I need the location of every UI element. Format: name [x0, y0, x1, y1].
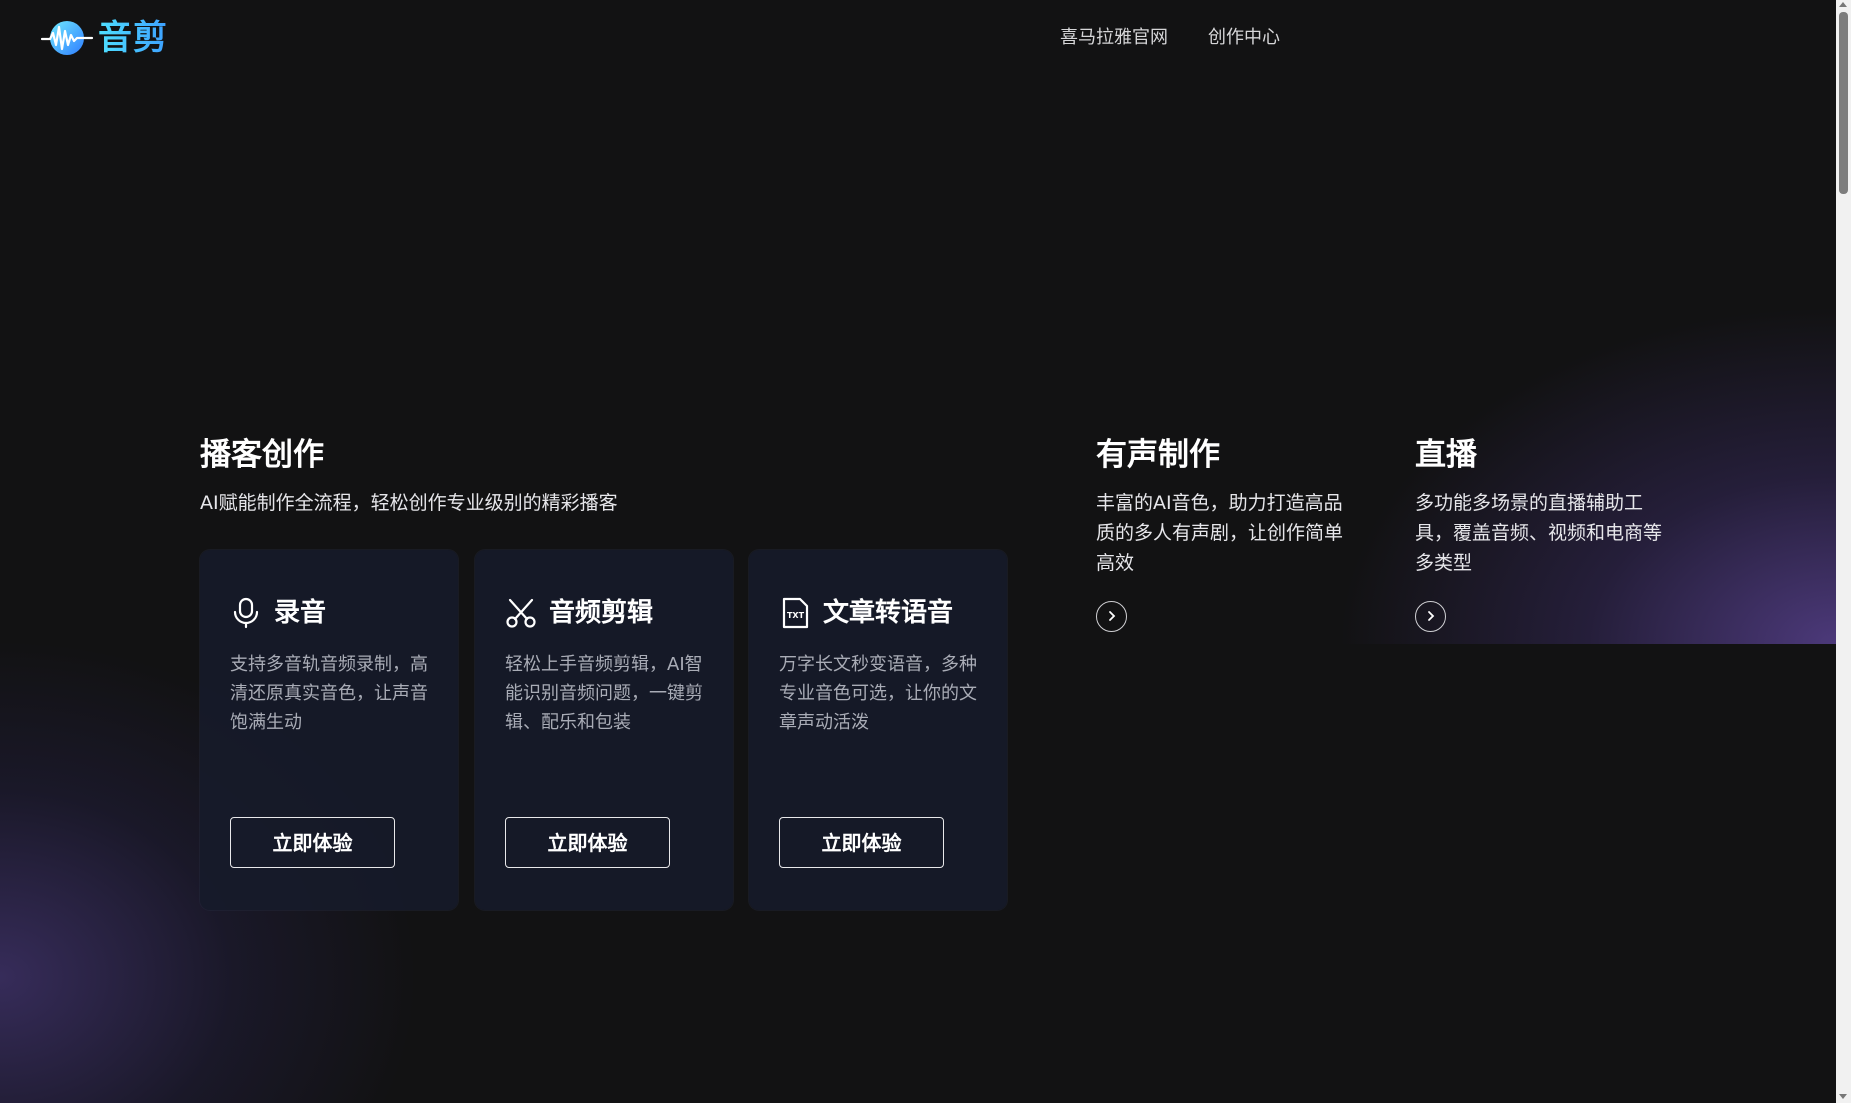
try-now-button-text-to-speech[interactable]: 立即体验	[779, 817, 944, 868]
page: 音剪 喜马拉雅官网 创作中心 播客创作 AI赋能制作全流程，轻松创作专业级别的精…	[0, 0, 1836, 1103]
top-nav: 喜马拉雅官网 创作中心	[1060, 27, 1280, 49]
live-description: 多功能多场景的直播辅助工具，覆盖音频、视频和电商等多类型	[1415, 492, 1663, 574]
live-arrow-button[interactable]	[1415, 601, 1446, 632]
chevron-right-icon	[1425, 607, 1437, 626]
svg-text:TXT: TXT	[787, 611, 805, 620]
card-header: TXT 文章转语音	[779, 596, 953, 630]
card-header: 音频剪辑	[505, 596, 653, 630]
podcast-section-subtitle: AI赋能制作全流程，轻松创作专业级别的精彩播客	[200, 492, 618, 514]
scroll-up-arrow-icon[interactable]	[1839, 2, 1847, 7]
logo[interactable]: 音剪	[40, 18, 168, 58]
scissors-icon	[505, 597, 537, 629]
card-description: 支持多音轨音频录制，高清还原真实音色，让声音饱满生动	[230, 654, 428, 733]
vertical-scrollbar[interactable]	[1836, 0, 1851, 1103]
microphone-icon	[230, 597, 262, 629]
soundwave-logo-icon	[40, 18, 94, 58]
card-description: 轻松上手音频剪辑，AI智能识别音频问题，一键剪辑、配乐和包装	[505, 654, 703, 733]
scroll-down-arrow-icon[interactable]	[1839, 1094, 1847, 1099]
card-title: 音频剪辑	[549, 598, 654, 628]
audio-production-arrow-button[interactable]	[1096, 601, 1127, 632]
nav-link-ximalaya[interactable]: 喜马拉雅官网	[1060, 27, 1168, 49]
card-title: 录音	[274, 598, 327, 628]
chevron-right-icon	[1106, 607, 1118, 626]
podcast-section-title: 播客创作	[200, 437, 324, 473]
feature-card-audio-edit: 音频剪辑 轻松上手音频剪辑，AI智能识别音频问题，一键剪辑、配乐和包装 立即体验	[475, 550, 733, 910]
audio-production-title: 有声制作	[1096, 437, 1220, 473]
card-title: 文章转语音	[823, 598, 954, 628]
try-now-button-record[interactable]: 立即体验	[230, 817, 395, 868]
live-title: 直播	[1415, 437, 1477, 473]
try-now-button-audio-edit[interactable]: 立即体验	[505, 817, 670, 868]
txt-file-icon: TXT	[779, 597, 811, 629]
scrollbar-thumb[interactable]	[1839, 12, 1848, 194]
logo-text: 音剪	[98, 18, 168, 58]
feature-card-text-to-speech: TXT 文章转语音 万字长文秒变语音，多种专业音色可选，让你的文章声动活泼 立即…	[749, 550, 1007, 910]
card-header: 录音	[230, 596, 326, 630]
nav-link-creator-center[interactable]: 创作中心	[1208, 27, 1280, 49]
audio-production-description: 丰富的AI音色，助力打造高品质的多人有声剧，让创作简单高效	[1096, 492, 1344, 574]
feature-card-record: 录音 支持多音轨音频录制，高清还原真实音色，让声音饱满生动 立即体验	[200, 550, 458, 910]
card-description: 万字长文秒变语音，多种专业音色可选，让你的文章声动活泼	[779, 654, 977, 733]
